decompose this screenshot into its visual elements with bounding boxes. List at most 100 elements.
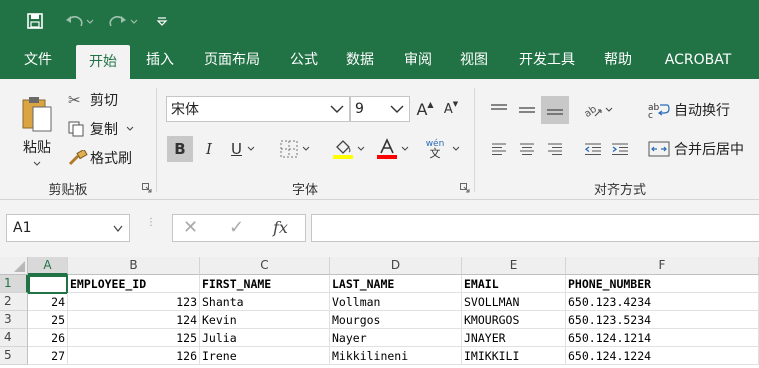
cell-d4[interactable]: Nayer: [330, 329, 462, 347]
tab-help[interactable]: 帮助: [596, 42, 640, 79]
cell-d2[interactable]: Vollman: [330, 293, 462, 311]
orientation-button[interactable]: ab: [580, 96, 616, 124]
font-size-value: 9: [355, 101, 364, 117]
tab-data[interactable]: 数据: [338, 42, 382, 79]
merge-center-button[interactable]: 合并后居中: [648, 136, 754, 162]
cell-e3[interactable]: KMOURGOS: [462, 311, 566, 329]
column-header-e[interactable]: E: [462, 257, 566, 275]
cell-a4[interactable]: 26: [28, 329, 68, 347]
cell-c3[interactable]: Kevin: [200, 311, 330, 329]
redo-icon[interactable]: [106, 10, 140, 32]
cell-e2[interactable]: SVOLLMAN: [462, 293, 566, 311]
underline-button[interactable]: U: [225, 136, 261, 162]
tab-page-layout[interactable]: 页面布局: [196, 42, 268, 79]
cell-b3[interactable]: 124: [68, 311, 200, 329]
cell-a3[interactable]: 25: [28, 311, 68, 329]
font-color-button[interactable]: [372, 136, 412, 162]
font-name-combo[interactable]: 宋体: [166, 96, 350, 122]
name-box[interactable]: A1: [6, 214, 130, 242]
paste-button[interactable]: 粘贴: [14, 91, 60, 171]
cell-f5[interactable]: 650.124.1224: [566, 347, 759, 365]
decrease-indent-button[interactable]: [580, 136, 606, 162]
column-header-c[interactable]: C: [200, 257, 330, 275]
grow-font-button[interactable]: A ▲: [414, 97, 436, 121]
tab-formulas[interactable]: 公式: [282, 42, 326, 79]
cell-f4[interactable]: 650.124.1214: [566, 329, 759, 347]
tab-home[interactable]: 开始: [76, 45, 130, 79]
tab-acrobat[interactable]: ACROBAT: [654, 42, 742, 79]
dialog-launcher-icon[interactable]: [460, 183, 470, 193]
font-size-combo[interactable]: 9: [350, 96, 410, 122]
cut-button[interactable]: ✂ 剪切: [68, 89, 128, 111]
align-left-button[interactable]: [486, 136, 512, 162]
cell-b2[interactable]: 123: [68, 293, 200, 311]
cell-b5[interactable]: 126: [68, 347, 200, 365]
cell-f1[interactable]: PHONE_NUMBER: [566, 275, 759, 293]
shrink-font-button[interactable]: A ▼: [440, 97, 462, 121]
cancel-icon[interactable]: ✕: [183, 217, 198, 238]
align-top-button[interactable]: [486, 96, 512, 124]
dialog-launcher-icon[interactable]: [142, 183, 152, 193]
column-header-a[interactable]: A: [28, 257, 68, 275]
enter-icon[interactable]: ✓: [229, 217, 244, 238]
tab-view[interactable]: 视图: [452, 42, 496, 79]
decrease-indent-icon: [584, 143, 601, 155]
cell-a1[interactable]: [28, 275, 68, 294]
fill-color-button[interactable]: [328, 136, 368, 162]
align-top-icon: [491, 104, 507, 110]
increase-indent-button[interactable]: [607, 136, 633, 162]
row-header-4[interactable]: 4: [0, 329, 28, 347]
cell-c1[interactable]: FIRST_NAME: [200, 275, 330, 293]
save-icon[interactable]: [24, 10, 46, 32]
align-bottom-button[interactable]: [541, 96, 569, 124]
undo-icon[interactable]: [62, 10, 96, 32]
row-header-1[interactable]: 1: [0, 275, 28, 293]
cell-a5[interactable]: 27: [28, 347, 68, 365]
chevron-down-icon: [247, 146, 255, 151]
column-header-d[interactable]: D: [330, 257, 462, 275]
align-right-button[interactable]: [542, 136, 568, 162]
align-middle-icon: [519, 107, 535, 113]
phonetic-guide-button[interactable]: wén 文: [422, 136, 464, 162]
cell-b4[interactable]: 125: [68, 329, 200, 347]
align-center-button[interactable]: [514, 136, 540, 162]
cell-c4[interactable]: Julia: [200, 329, 330, 347]
wrap-text-icon: abc: [648, 103, 670, 119]
tab-review[interactable]: 审阅: [396, 42, 440, 79]
cell-c5[interactable]: Irene: [200, 347, 330, 365]
cell-d3[interactable]: Mourgos: [330, 311, 462, 329]
cell-a2[interactable]: 24: [28, 293, 68, 311]
bold-button[interactable]: B: [167, 136, 193, 162]
cell-b1[interactable]: EMPLOYEE_ID: [68, 275, 200, 293]
tab-developer[interactable]: 开发工具: [510, 42, 584, 79]
copy-button[interactable]: 复制: [68, 118, 146, 140]
align-middle-button[interactable]: [514, 96, 540, 124]
select-all-corner[interactable]: [0, 257, 28, 275]
chevron-down-icon: [401, 146, 408, 151]
clipboard-group-label: 剪贴板: [48, 183, 88, 198]
borders-button[interactable]: [276, 136, 314, 162]
chevron-down-icon: [390, 105, 404, 113]
wrap-text-button[interactable]: ab c 自动换行: [648, 97, 754, 123]
tab-insert[interactable]: 插入: [138, 42, 182, 79]
column-header-f[interactable]: F: [566, 257, 759, 275]
cell-e5[interactable]: IMIKKILI: [462, 347, 566, 365]
row-header-2[interactable]: 2: [0, 293, 28, 311]
cell-e4[interactable]: JNAYER: [462, 329, 566, 347]
cell-f2[interactable]: 650.123.4234: [566, 293, 759, 311]
insert-function-icon[interactable]: fx: [273, 218, 288, 237]
column-header-b[interactable]: B: [68, 257, 200, 275]
row-header-3[interactable]: 3: [0, 311, 28, 329]
customize-toolbar-icon[interactable]: [154, 10, 170, 32]
cell-e1[interactable]: EMAIL: [462, 275, 566, 293]
formula-bar-grip[interactable]: ⋮: [146, 218, 156, 236]
cell-c2[interactable]: Shanta: [200, 293, 330, 311]
format-painter-button[interactable]: 格式刷: [68, 147, 144, 169]
cell-d5[interactable]: Mikkilineni: [330, 347, 462, 365]
italic-button[interactable]: I: [197, 136, 221, 162]
tab-file[interactable]: 文件: [14, 42, 62, 79]
row-header-5[interactable]: 5: [0, 347, 28, 365]
formula-input[interactable]: [311, 214, 759, 242]
cell-d1[interactable]: LAST_NAME: [330, 275, 462, 293]
cell-f3[interactable]: 650.123.5234: [566, 311, 759, 329]
